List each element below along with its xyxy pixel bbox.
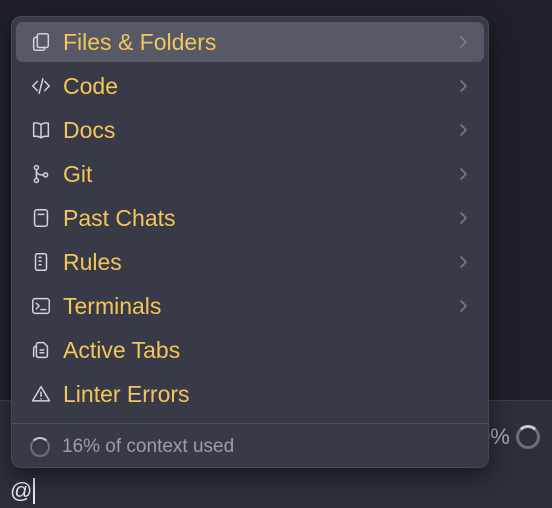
menu-item-label: Rules — [63, 248, 122, 275]
chevron-right-icon — [456, 211, 470, 225]
menu-item-active-tabs[interactable]: Active Tabs — [16, 330, 484, 370]
menu-item-code[interactable]: Code — [16, 66, 484, 106]
chevron-right-icon — [456, 35, 470, 49]
mention-menu-list: Files & Folders Code Docs Git Past Chats… — [16, 22, 484, 418]
context-usage-text: 16% of context used — [62, 436, 235, 457]
menu-item-label: Files & Folders — [63, 28, 217, 55]
chevron-right-icon — [456, 123, 470, 137]
menu-item-linter-errors[interactable]: Linter Errors — [16, 374, 484, 414]
context-progress-ring-icon — [30, 437, 50, 457]
composer-input[interactable]: @ — [10, 474, 36, 508]
menu-item-docs[interactable]: Docs — [16, 110, 484, 150]
menu-item-terminals[interactable]: Terminals — [16, 286, 484, 326]
menu-item-label: Active Tabs — [63, 336, 181, 363]
menu-item-label: Code — [63, 72, 118, 99]
menu-item-label: Linter Errors — [63, 380, 190, 407]
text-caret — [33, 478, 36, 504]
mention-menu: Files & Folders Code Docs Git Past Chats… — [11, 16, 489, 468]
chevron-right-icon — [456, 167, 470, 181]
menu-item-rules[interactable]: Rules — [16, 242, 484, 282]
chevron-right-icon — [456, 299, 470, 313]
menu-item-label: Past Chats — [63, 204, 176, 231]
menu-item-label: Terminals — [63, 292, 162, 319]
menu-item-past-chats[interactable]: Past Chats — [16, 198, 484, 238]
composer-input-text: @ — [10, 478, 33, 503]
warning-icon — [29, 382, 53, 406]
menu-divider — [12, 423, 488, 424]
git-branch-icon — [29, 162, 53, 186]
rules-icon — [29, 250, 53, 274]
files-icon — [29, 30, 53, 54]
menu-item-label: Git — [63, 160, 93, 187]
menu-item-label: Docs — [63, 116, 116, 143]
menu-item-files-folders[interactable]: Files & Folders — [16, 22, 484, 62]
notebook-icon — [29, 206, 53, 230]
book-icon — [29, 118, 53, 142]
active-tabs-icon — [29, 338, 53, 362]
terminal-icon — [29, 294, 53, 318]
chevron-right-icon — [456, 79, 470, 93]
chevron-right-icon — [456, 255, 470, 269]
code-icon — [29, 74, 53, 98]
context-progress-ring-icon — [515, 425, 540, 449]
app-window: 0% @ Files & Folders Code Docs Git Past … — [0, 0, 552, 508]
menu-item-git[interactable]: Git — [16, 154, 484, 194]
context-usage-footer: 16% of context used — [30, 433, 234, 461]
